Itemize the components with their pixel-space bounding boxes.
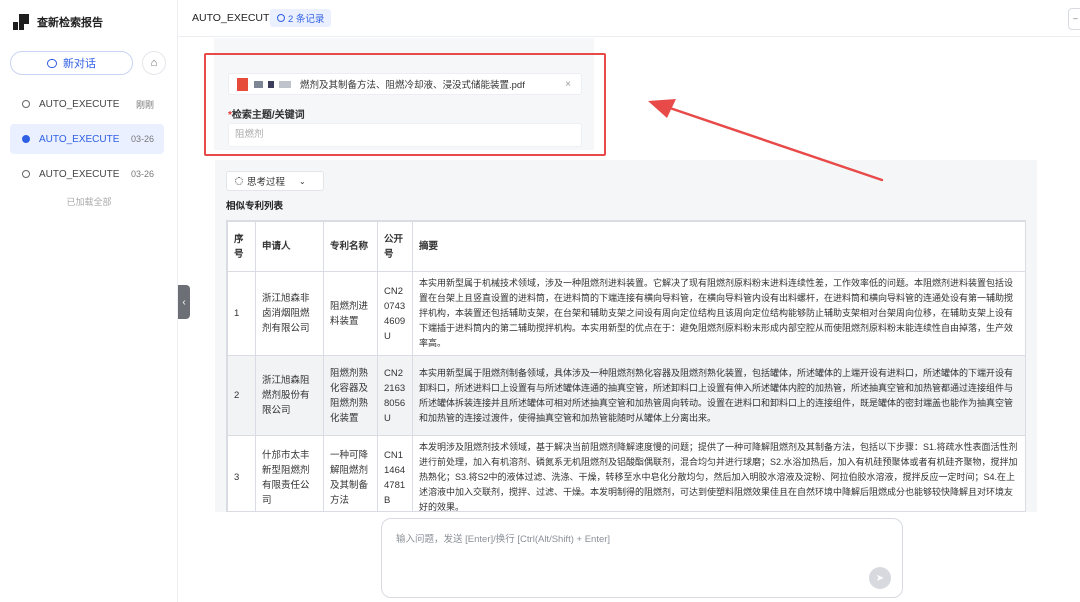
send-icon: ➤ [875, 572, 885, 584]
table-header-row: 序号 申请人 专利名称 公开号 摘要 [227, 221, 1025, 272]
conversation-title: AUTO_EXECUTE [192, 12, 277, 24]
collapse-sidebar-button[interactable]: ‹ [178, 285, 190, 319]
expand-panel-button[interactable]: – [1068, 8, 1080, 30]
cell-abstract: 本发明涉及阻燃剂技术领域，基于解决当前阻燃剂降解速度慢的问题；提供了一种可降解阻… [412, 435, 1025, 511]
sidebar: 查新检索报告 新对话 ⌂ AUTO_EXECUTE 刚刚 AUTO_EXECUT… [0, 0, 178, 602]
send-button[interactable]: ➤ [869, 567, 891, 589]
gear-icon [235, 177, 243, 185]
cell-pub: CN114644781B [377, 435, 413, 511]
clock-icon [277, 14, 285, 22]
thinking-label: 思考过程 [247, 177, 286, 188]
thinking-toggle[interactable]: 思考过程 ⌄ [226, 171, 324, 191]
patent-table: 序号 申请人 专利名称 公开号 摘要 1 浙江旭森非卤消烟阻燃剂有限公司 阻燃剂… [226, 220, 1026, 512]
cell-no: 1 [227, 271, 256, 356]
history-item-title: AUTO_EXECUTE [39, 133, 120, 145]
inbox-icon: ⌂ [150, 57, 158, 69]
chat-icon [22, 170, 30, 178]
history-item-title: AUTO_EXECUTE [39, 168, 120, 180]
history-item-time: 刚刚 [135, 99, 154, 110]
patent-list-title: 相似专利列表 [226, 201, 284, 212]
history-item-active[interactable]: AUTO_EXECUTE 03-26 [10, 124, 164, 154]
new-chat-button[interactable]: 新对话 [10, 51, 133, 75]
column-header: 序号 [227, 221, 256, 272]
cell-name: 阻燃剂熟化容器及阻燃剂熟化装置 [323, 355, 378, 436]
highlight-box [204, 53, 606, 156]
records-badge[interactable]: 2 条记录 [270, 9, 332, 27]
minus-icon: – [1073, 14, 1078, 23]
column-header: 公开号 [377, 221, 413, 272]
message-composer: ➤ [381, 518, 903, 598]
cell-pub: CN207434609U [377, 271, 413, 356]
column-header: 摘要 [412, 221, 1025, 272]
message-input[interactable] [396, 531, 866, 571]
history-item[interactable]: AUTO_EXECUTE 刚刚 [10, 89, 164, 119]
history-item-title: AUTO_EXECUTE [39, 98, 120, 110]
cell-applicant: 浙江旭森非卤消烟阻燃剂有限公司 [255, 271, 324, 356]
cell-abstract: 本实用新型属于机械技术领域，涉及一种阻燃剂进料装置。它解决了现有阻燃剂原料粉末进… [412, 271, 1025, 356]
history-item-time: 03-26 [130, 134, 154, 144]
loaded-all-text: 已加载全部 [66, 197, 112, 207]
history-box-button[interactable]: ⌂ [142, 51, 166, 75]
chevron-left-icon: ‹ [182, 296, 186, 308]
cell-applicant: 浙江旭森阻燃剂股份有限公司 [255, 355, 324, 436]
table-row: 3 什邡市太丰新型阻燃剂有限责任公司 一种可降解阻燃剂及其制备方法 CN1146… [227, 435, 1025, 511]
records-count: 2 条记录 [288, 14, 325, 25]
new-chat-label: 新对话 [63, 58, 96, 70]
app-name: 查新检索报告 [37, 17, 103, 29]
table-row: 2 浙江旭森阻燃剂股份有限公司 阻燃剂熟化容器及阻燃剂熟化装置 CN221638… [227, 355, 1025, 436]
history-item[interactable]: AUTO_EXECUTE 03-26 [10, 159, 164, 189]
history-item-time: 03-26 [130, 169, 154, 179]
cell-name: 一种可降解阻燃剂及其制备方法 [323, 435, 378, 511]
brand: 查新检索报告 [13, 14, 103, 30]
cell-no: 3 [227, 435, 256, 511]
cell-pub: CN221638056U [377, 355, 413, 436]
chat-bubble-icon [47, 58, 57, 68]
cell-no: 2 [227, 355, 256, 436]
column-header: 专利名称 [323, 221, 378, 272]
cell-applicant: 什邡市太丰新型阻燃剂有限责任公司 [255, 435, 324, 511]
chevron-down-icon: ⌄ [299, 176, 306, 186]
cell-abstract: 本实用新型属于阻燃剂制备领域，具体涉及一种阻燃剂熟化容器及阻燃剂熟化装置，包括罐… [412, 355, 1025, 436]
chat-icon [22, 100, 30, 108]
cell-name: 阻燃剂进料装置 [323, 271, 378, 356]
header: AUTO_EXECUTE 2 条记录 – [178, 0, 1080, 37]
chat-icon [22, 135, 30, 143]
logo-icon [13, 14, 29, 30]
table-row: 1 浙江旭森非卤消烟阻燃剂有限公司 阻燃剂进料装置 CN207434609U 本… [227, 271, 1025, 356]
column-header: 申请人 [255, 221, 324, 272]
